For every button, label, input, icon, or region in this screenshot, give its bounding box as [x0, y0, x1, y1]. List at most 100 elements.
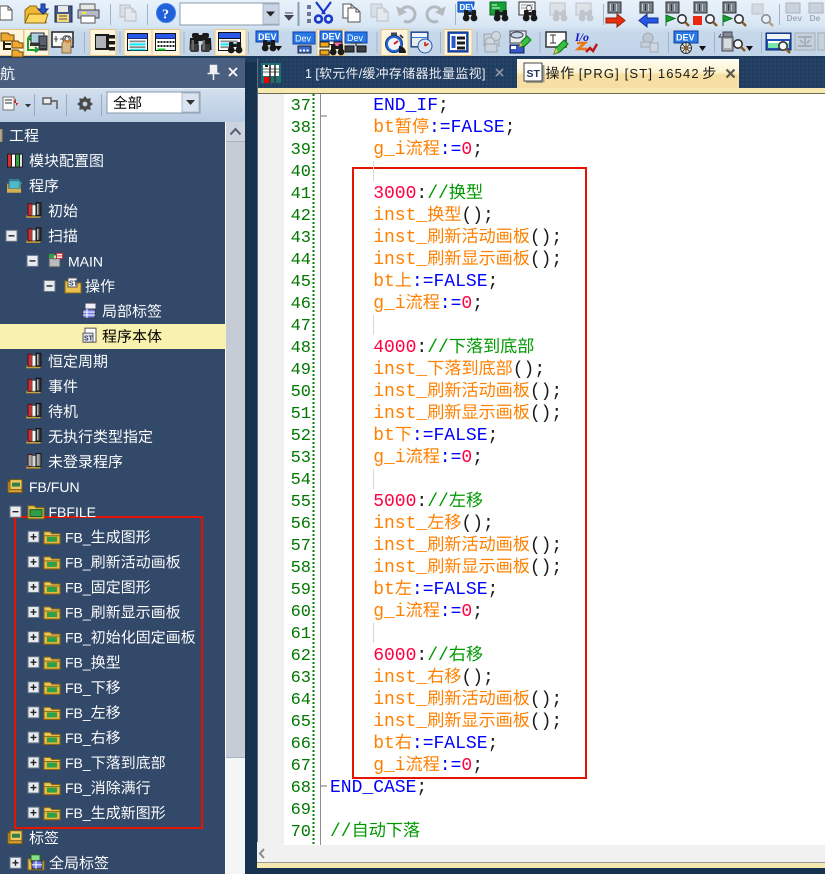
- svg-text:0: 0: [461, 294, 472, 314]
- svg-text:0: 0: [461, 756, 472, 776]
- svg-text:43: 43: [291, 229, 311, 248]
- svg-text:FALSE: FALSE: [434, 272, 488, 292]
- svg-text:0: 0: [461, 448, 472, 468]
- svg-text:44: 44: [291, 251, 311, 270]
- svg-text:67: 67: [291, 757, 311, 776]
- svg-text:FB_: FB_: [65, 529, 91, 545]
- svg-text::=: :=: [429, 118, 451, 138]
- svg-text:();: ();: [461, 668, 493, 688]
- svg-text:45: 45: [291, 273, 311, 292]
- svg-text:FALSE: FALSE: [451, 118, 505, 138]
- svg-text:/: /: [359, 67, 363, 81]
- svg-text:50: 50: [291, 383, 311, 402]
- svg-text:inst_: inst_: [373, 250, 427, 270]
- svg-text:De: De: [810, 13, 821, 23]
- svg-text:5000: 5000: [373, 492, 416, 512]
- svg-text:63: 63: [291, 669, 311, 688]
- svg-text:inst_: inst_: [373, 228, 427, 248]
- svg-text:;: ;: [488, 272, 499, 292]
- svg-text::=: :=: [412, 272, 434, 292]
- svg-text:g_i: g_i: [373, 602, 405, 622]
- svg-text:bt: bt: [373, 580, 395, 600]
- svg-text:FB_: FB_: [65, 680, 91, 696]
- svg-text:FB_: FB_: [65, 655, 91, 671]
- svg-text:FALSE: FALSE: [434, 580, 488, 600]
- svg-text::=: :=: [412, 426, 434, 446]
- svg-text:59: 59: [291, 581, 311, 600]
- svg-text:MAIN: MAIN: [68, 253, 103, 269]
- svg-text:;: ;: [488, 580, 499, 600]
- svg-text:inst_: inst_: [373, 668, 427, 688]
- svg-text::: :: [416, 492, 427, 512]
- svg-text:]: ]: [482, 67, 485, 81]
- svg-text:70: 70: [291, 823, 311, 842]
- svg-text:6000: 6000: [373, 646, 416, 666]
- svg-text:58: 58: [291, 559, 311, 578]
- svg-text:inst_: inst_: [373, 558, 427, 578]
- svg-text:ST: ST: [84, 336, 94, 343]
- svg-text::=: :=: [440, 602, 462, 622]
- svg-text:60: 60: [291, 603, 311, 622]
- svg-text:();: ();: [530, 404, 562, 424]
- svg-text:42: 42: [291, 207, 311, 226]
- svg-text:;: ;: [488, 734, 499, 754]
- svg-text:37: 37: [291, 97, 311, 116]
- svg-text:69: 69: [291, 801, 311, 820]
- svg-text:ST: ST: [69, 280, 79, 287]
- svg-text:57: 57: [291, 537, 311, 556]
- svg-text:55: 55: [291, 493, 311, 512]
- svg-text:62: 62: [291, 647, 311, 666]
- svg-text:;: ;: [488, 426, 499, 446]
- svg-text:FB/FUN: FB/FUN: [29, 479, 80, 495]
- svg-text:;: ;: [472, 448, 483, 468]
- svg-text::=: :=: [440, 448, 462, 468]
- svg-text:END_CASE: END_CASE: [330, 778, 416, 798]
- svg-text:FB_: FB_: [65, 630, 91, 646]
- svg-text:inst_: inst_: [373, 536, 427, 556]
- svg-text:Dev: Dev: [787, 13, 803, 23]
- svg-text:0: 0: [461, 140, 472, 160]
- svg-text:40: 40: [291, 163, 311, 182]
- svg-text:END_IF: END_IF: [373, 96, 438, 116]
- svg-text:();: ();: [530, 558, 562, 578]
- svg-text:49: 49: [291, 361, 311, 380]
- svg-text:65: 65: [291, 713, 311, 732]
- svg-text:68: 68: [291, 779, 311, 798]
- svg-text:54: 54: [291, 471, 311, 490]
- svg-text:;: ;: [438, 96, 449, 116]
- svg-text:53: 53: [291, 449, 311, 468]
- svg-text::: :: [416, 338, 427, 358]
- svg-text:();: ();: [530, 228, 562, 248]
- svg-text:inst_: inst_: [373, 690, 427, 710]
- svg-text:();: ();: [461, 514, 493, 534]
- svg-text://: //: [330, 822, 352, 842]
- svg-text:FB_: FB_: [65, 605, 91, 621]
- svg-text:4000: 4000: [373, 338, 416, 358]
- svg-text:;: ;: [472, 602, 483, 622]
- svg-text:Dev: Dev: [347, 33, 364, 43]
- svg-text:inst_: inst_: [373, 382, 427, 402]
- svg-text:FALSE: FALSE: [434, 734, 488, 754]
- svg-text:inst_: inst_: [373, 206, 427, 226]
- svg-text://: //: [427, 184, 449, 204]
- svg-text::: :: [416, 646, 427, 666]
- svg-text:38: 38: [291, 119, 311, 138]
- svg-text:64: 64: [291, 691, 311, 710]
- svg-text:FB_: FB_: [65, 730, 91, 746]
- svg-text:FB_: FB_: [65, 554, 91, 570]
- svg-text:g_i: g_i: [373, 294, 405, 314]
- svg-text:();: ();: [461, 206, 493, 226]
- svg-text:g_i: g_i: [373, 756, 405, 776]
- svg-text::=: :=: [440, 756, 462, 776]
- svg-text:inst_: inst_: [373, 360, 427, 380]
- svg-text:56: 56: [291, 515, 311, 534]
- svg-text:48: 48: [291, 339, 311, 358]
- svg-text:51: 51: [291, 405, 311, 424]
- svg-text:ST: ST: [527, 68, 541, 80]
- svg-text:39: 39: [291, 141, 311, 160]
- svg-text:();: ();: [530, 690, 562, 710]
- svg-text:FB_: FB_: [65, 755, 91, 771]
- svg-text:;: ;: [472, 140, 483, 160]
- svg-text:();: ();: [530, 536, 562, 556]
- svg-text:DEV: DEV: [676, 33, 695, 43]
